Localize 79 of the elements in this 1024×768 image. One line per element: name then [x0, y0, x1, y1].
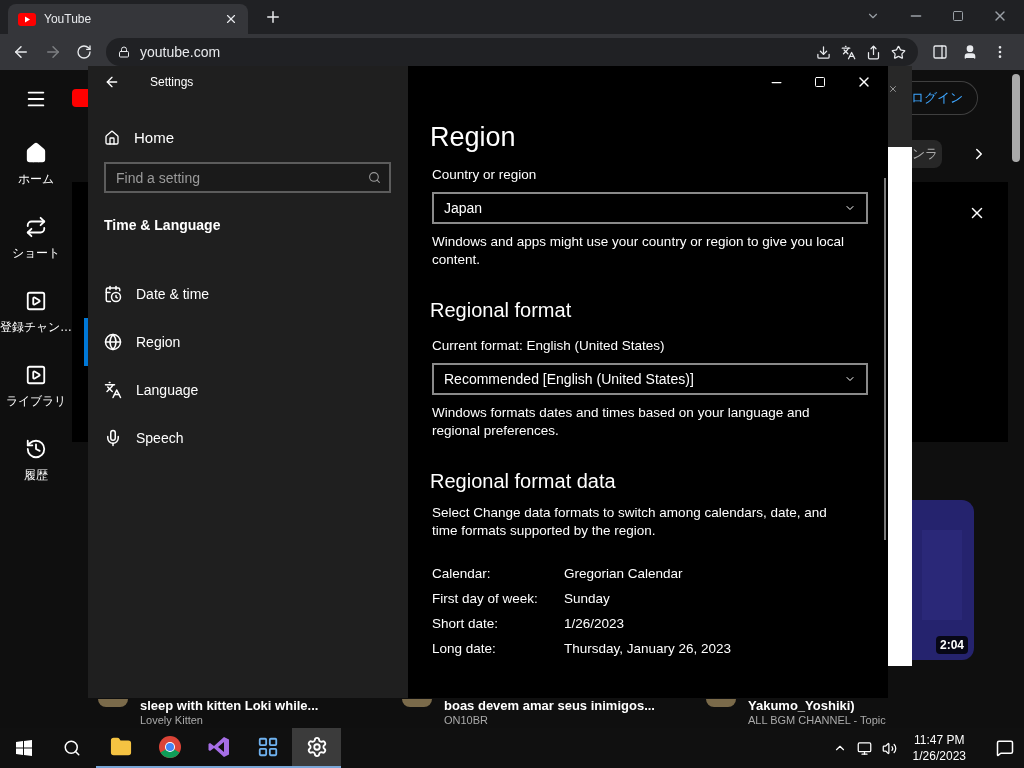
home-icon: [104, 130, 120, 146]
play-logo-icon: [18, 12, 36, 26]
video-title[interactable]: sleep with kitten Loki while...: [140, 699, 319, 713]
section-heading: Regional format: [430, 298, 573, 323]
share-icon[interactable]: [866, 44, 881, 60]
profile-icon[interactable]: [962, 44, 978, 60]
history-icon: [25, 438, 47, 460]
avatar[interactable]: [98, 699, 128, 707]
visual-studio-icon: [207, 736, 230, 758]
nav-item[interactable]: Date & time: [84, 270, 408, 318]
search-icon: [368, 171, 381, 184]
calendar-clock-icon: [104, 285, 122, 303]
browser-tab[interactable]: YouTube: [8, 4, 248, 34]
field-label: Current format: English (United States): [432, 337, 666, 355]
gear-icon: [305, 736, 328, 758]
search-icon: [63, 739, 81, 757]
avatar[interactable]: [706, 699, 736, 707]
section-heading: Time & Language: [103, 216, 222, 235]
description: Select Change data formats to switch among calendars, date, and time formats supported by the region.: [432, 504, 828, 540]
duration-badge: 2:04: [935, 636, 968, 654]
url-text: youtube.com: [140, 42, 222, 62]
dropdown[interactable]: Japan: [432, 192, 868, 224]
page-title: Region: [430, 121, 517, 154]
close-icon[interactable]: [224, 12, 238, 26]
channel-name[interactable]: ALL BGM CHANNEL - Topic: [748, 713, 886, 727]
home-icon: [25, 142, 47, 164]
back-icon[interactable]: [12, 43, 30, 61]
dropdown[interactable]: Recommended [English (United States)]: [432, 363, 868, 395]
data-label: Short date:: [432, 615, 500, 633]
sidebar-item[interactable]: 履歴: [0, 438, 72, 512]
description: Windows and apps might use your country or region to give you local content.: [432, 233, 845, 269]
restore-icon[interactable]: [952, 10, 964, 22]
lock-icon: [118, 46, 130, 58]
globe-icon: [104, 333, 122, 351]
windows-logo-icon: [16, 740, 32, 756]
tab-title: YouTube: [44, 11, 93, 28]
reload-icon[interactable]: [76, 44, 92, 60]
field-label: Country or region: [432, 166, 538, 184]
data-value: 1/26/2023: [564, 615, 625, 633]
data-label: Calendar:: [432, 565, 492, 583]
back-icon[interactable]: [104, 74, 120, 90]
folder-icon: [109, 736, 132, 758]
microphone-icon: [104, 429, 122, 447]
data-label: First day of week:: [432, 590, 539, 608]
volume-icon[interactable]: [881, 740, 897, 756]
data-value: Gregorian Calendar: [564, 565, 683, 583]
new-tab-icon[interactable]: [264, 8, 282, 26]
home-link[interactable]: Home: [88, 122, 408, 154]
forward-icon[interactable]: [44, 43, 62, 61]
notifications-icon[interactable]: [996, 739, 1014, 757]
section-heading: Regional format data: [430, 469, 617, 494]
sidebar-item[interactable]: ライブラリ: [0, 364, 72, 438]
network-icon[interactable]: [856, 740, 872, 756]
clock[interactable]: 11:47 PM 1/26/2023: [906, 732, 972, 764]
nav-item[interactable]: Language: [84, 366, 408, 414]
address-bar[interactable]: youtube.com: [106, 38, 918, 66]
channel-name[interactable]: ON10BR: [444, 713, 655, 727]
description: Windows formats dates and times based on your language and regional preferences.: [432, 404, 811, 440]
nav-item[interactable]: Speech: [84, 414, 408, 462]
translate-icon[interactable]: [841, 44, 856, 60]
side-panel-icon[interactable]: [932, 44, 948, 60]
star-icon[interactable]: [891, 44, 906, 60]
sidebar-item[interactable]: ホーム: [0, 142, 72, 216]
language-icon: [104, 381, 122, 399]
channel-name[interactable]: Lovely Kitten: [140, 713, 319, 727]
avatar[interactable]: [402, 699, 432, 707]
data-label: Long date:: [432, 640, 497, 658]
video-title[interactable]: boas devem amar seus inimigos...: [444, 699, 655, 713]
sidebar-item[interactable]: 登録チャン…: [0, 290, 72, 364]
video-title[interactable]: Yakumo_Yoshiki): [748, 699, 886, 713]
maximize-icon[interactable]: [814, 76, 826, 88]
taskbar-item[interactable]: [292, 728, 341, 768]
chrome-icon: [158, 736, 181, 758]
sidebar-item[interactable]: ショート: [0, 216, 72, 290]
data-value: Sunday: [564, 590, 610, 608]
search-field[interactable]: Find a setting: [104, 162, 391, 193]
window-title: Settings: [150, 74, 194, 91]
download-icon[interactable]: [816, 44, 831, 60]
data-value: Thursday, January 26, 2023: [564, 640, 732, 658]
